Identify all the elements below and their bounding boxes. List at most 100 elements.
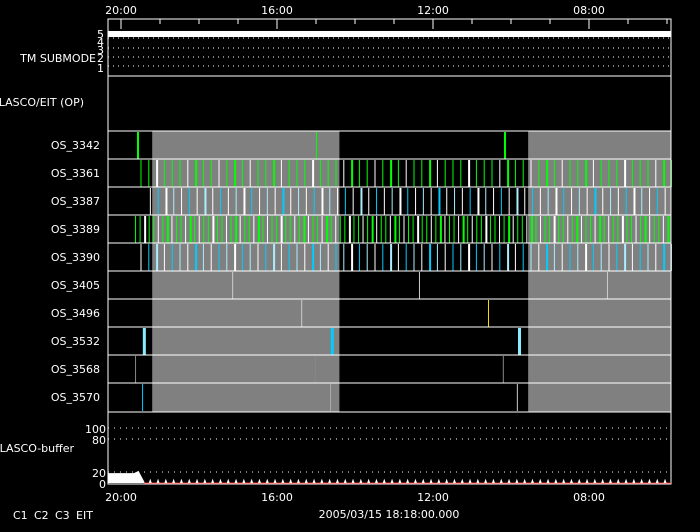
buffer-spike: [484, 478, 488, 483]
event-mark: [485, 216, 488, 243]
event-mark: [624, 244, 627, 271]
event-mark: [344, 216, 346, 243]
event-mark: [585, 244, 588, 271]
row-label: OS_3361: [51, 167, 100, 180]
event-mark: [514, 244, 516, 271]
event-mark: [526, 216, 528, 243]
event-mark: [421, 216, 423, 243]
bottom-tick-label: 12:00: [417, 491, 449, 504]
event-mark: [408, 216, 410, 243]
tm-value-bar: [108, 31, 671, 37]
event-mark: [576, 216, 579, 243]
buffer-spike: [203, 478, 207, 483]
top-tick-label: 12:00: [417, 4, 449, 17]
buffer-spike: [530, 478, 534, 483]
event-mark: [179, 160, 181, 187]
event-mark: [253, 216, 255, 243]
event-mark: [585, 160, 588, 187]
event-mark: [290, 188, 292, 215]
event-mark: [602, 188, 604, 215]
event-mark: [175, 216, 177, 243]
event-mark: [553, 244, 555, 271]
tm-submode-label: TM SUBMODE: [19, 52, 96, 65]
event-mark: [558, 216, 560, 243]
event-mark: [655, 244, 657, 271]
event-mark: [502, 356, 504, 383]
event-mark: [454, 188, 456, 215]
event-mark: [649, 188, 651, 215]
event-mark: [312, 244, 315, 271]
event-mark: [507, 160, 510, 187]
event-mark: [655, 160, 657, 187]
event-mark: [539, 216, 541, 243]
buffer-spike: [655, 478, 659, 483]
event-mark: [563, 188, 565, 215]
event-mark: [218, 244, 220, 271]
event-mark: [368, 188, 370, 215]
event-mark: [517, 216, 519, 243]
event-mark: [343, 160, 345, 187]
event-mark: [461, 188, 463, 215]
event-mark: [303, 216, 306, 243]
row-label: OS_3342: [51, 139, 100, 152]
event-mark: [366, 244, 368, 271]
event-mark: [212, 188, 214, 215]
event-mark: [366, 160, 368, 187]
buffer-spike: [250, 478, 254, 483]
event-mark: [413, 160, 415, 187]
event-mark: [179, 244, 181, 271]
event-mark: [580, 216, 582, 243]
event-mark: [512, 216, 514, 243]
event-mark: [503, 216, 505, 243]
event-mark: [426, 216, 428, 243]
event-mark: [448, 216, 450, 243]
event-mark: [344, 188, 346, 215]
event-mark: [471, 216, 473, 243]
bottom-time-axis: 20:00 16:00 12:00 08:00: [105, 491, 605, 504]
event-mark: [514, 160, 516, 187]
buffer-frame: [107, 411, 672, 485]
row-label: OS_3496: [51, 307, 100, 320]
legend-entry: C3: [55, 509, 70, 522]
event-mark: [317, 216, 319, 243]
event-mark: [274, 188, 276, 215]
event-mark: [462, 216, 465, 243]
event-mark: [202, 244, 204, 271]
event-mark: [136, 132, 139, 159]
buffer-spike: [234, 478, 238, 483]
event-mark: [530, 160, 532, 187]
event-mark: [280, 160, 282, 187]
buffer-spike: [647, 478, 651, 483]
event-mark: [337, 188, 339, 215]
tm-submode-panel: TM SUBMODE 54321: [19, 18, 672, 77]
event-mark: [621, 216, 624, 243]
event-mark: [491, 244, 493, 271]
event-mark: [259, 188, 261, 215]
event-mark: [244, 216, 246, 243]
event-mark: [571, 216, 573, 243]
event-mark: [640, 216, 642, 243]
event-mark: [403, 216, 405, 243]
event-mark: [351, 244, 354, 271]
event-mark: [475, 244, 477, 271]
event-mark: [304, 160, 306, 187]
event-mark: [390, 160, 393, 187]
row-label: OS_3568: [51, 363, 100, 376]
event-mark: [249, 244, 251, 271]
event-mark: [282, 188, 285, 215]
buffer-spike: [413, 478, 417, 483]
event-mark: [453, 216, 455, 243]
buffer-spike: [257, 478, 261, 483]
event-mark: [330, 384, 332, 411]
event-mark: [374, 244, 376, 271]
event-mark: [647, 160, 649, 187]
event-mark: [230, 216, 232, 243]
event-mark: [298, 188, 300, 215]
buffer-spike: [515, 478, 519, 483]
event-mark: [171, 244, 173, 271]
buffer-spike: [406, 478, 410, 483]
buffer-spike: [218, 478, 222, 483]
event-mark: [330, 328, 334, 355]
event-mark: [249, 160, 251, 187]
event-mark: [608, 216, 610, 243]
